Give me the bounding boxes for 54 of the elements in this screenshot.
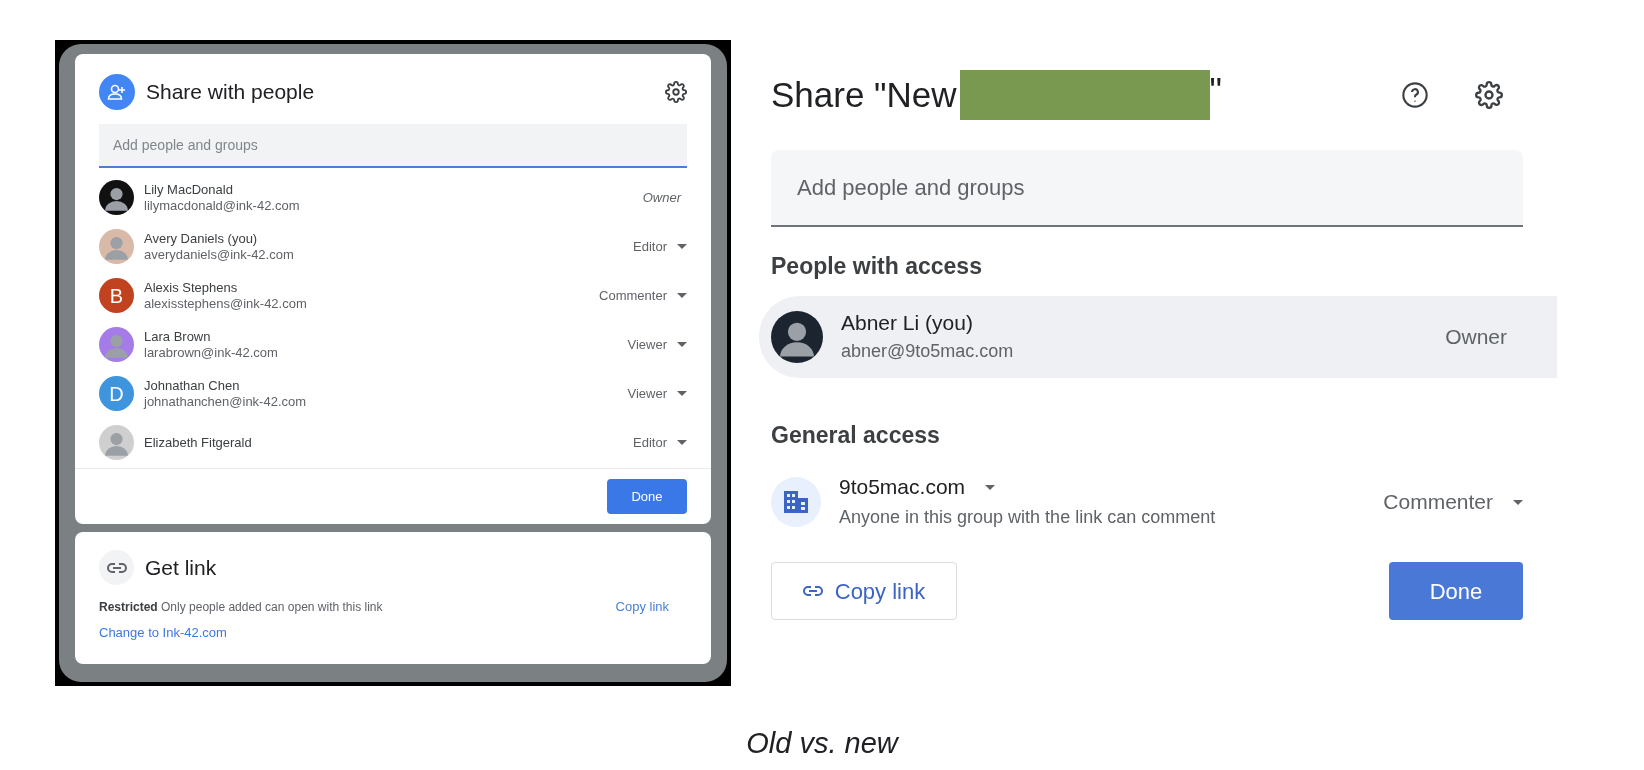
person-email: johnathanchen@ink-42.com	[144, 393, 307, 410]
caret-icon	[677, 440, 687, 445]
person-email: averydaniels@ink-42.com	[144, 246, 294, 263]
caret-icon	[677, 342, 687, 347]
avatar: D	[99, 376, 134, 411]
dialog-title: Share "New	[771, 73, 957, 116]
section-heading: People with access	[771, 252, 983, 281]
person-name: Abner Li (you)	[841, 309, 974, 336]
help-icon[interactable]	[1401, 81, 1429, 109]
person-name: Alexis Stephens	[144, 279, 239, 296]
change-access-link[interactable]: Change to Ink-42.com	[99, 622, 227, 642]
add-people-field[interactable]: Add people and groups	[771, 150, 1523, 227]
copy-link-link[interactable]: Copy link	[615, 597, 669, 617]
person-name: Avery Daniels (you)	[144, 230, 259, 247]
title-quote: "	[1209, 68, 1222, 111]
person-name: Lara Brown	[144, 328, 212, 345]
caption: Old vs. new	[746, 726, 898, 761]
copy-link-button[interactable]: Copy link	[771, 562, 957, 620]
settings-icon[interactable]	[665, 81, 687, 103]
person-email: abner@9to5mac.com	[841, 339, 1014, 363]
caret-icon	[1513, 499, 1523, 505]
person-name: Lily MacDonald	[144, 181, 234, 198]
person-name: Elizabeth Fitgerald	[144, 434, 252, 451]
done-button[interactable]: Done	[607, 479, 687, 514]
person-name: Johnathan Chen	[144, 377, 241, 394]
building-icon	[783, 490, 809, 514]
role-dropdown[interactable]: Commenter	[599, 285, 687, 306]
person-email: larabrown@ink-42.com	[144, 344, 278, 361]
person-email: lilymacdonald@ink-42.com	[144, 197, 300, 214]
role-label: Owner	[1445, 323, 1507, 350]
link-icon	[106, 562, 127, 573]
link-description: Restricted Only people added can open with this link	[99, 598, 383, 616]
access-description: Anyone in this group with the link can comment	[839, 506, 1216, 529]
add-people-field[interactable]: Add people and groups	[99, 124, 687, 168]
link-icon	[802, 586, 823, 596]
section-heading: General access	[771, 420, 941, 450]
get-link-title: Get link	[145, 554, 217, 581]
role-label: Owner	[642, 188, 683, 207]
done-button[interactable]: Done	[1389, 562, 1523, 620]
role-dropdown[interactable]: Commenter	[1383, 486, 1523, 518]
add-person-icon	[99, 74, 135, 110]
role-dropdown[interactable]: Viewer	[627, 383, 687, 404]
access-group-dropdown[interactable]: 9to5mac.com	[839, 472, 1216, 502]
role-dropdown[interactable]: Editor	[633, 432, 687, 453]
caret-icon	[677, 391, 687, 396]
dialog-title: Share with people	[146, 79, 315, 106]
caret-icon	[985, 484, 996, 490]
caret-icon	[677, 293, 687, 298]
role-dropdown[interactable]: Editor	[633, 236, 687, 257]
caret-icon	[677, 244, 687, 249]
role-dropdown[interactable]: Viewer	[627, 334, 687, 355]
person-email: alexisstephens@ink-42.com	[144, 295, 307, 312]
settings-icon[interactable]	[1475, 81, 1503, 109]
avatar: B	[99, 278, 134, 313]
